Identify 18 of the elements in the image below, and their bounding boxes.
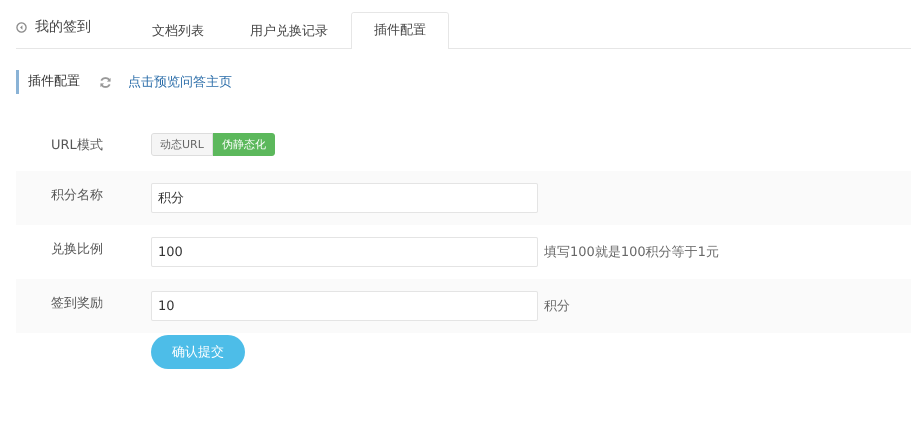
- field-label: 兑换比例: [51, 241, 104, 258]
- field-label: URL模式: [51, 137, 104, 154]
- back-icon[interactable]: [16, 22, 27, 32]
- input-field[interactable]: 10: [151, 291, 538, 321]
- input-field[interactable]: 100: [151, 237, 538, 267]
- mode-option[interactable]: 动态URL: [151, 133, 213, 156]
- preview-link[interactable]: 点击预览问答主页: [128, 73, 232, 91]
- page-title: 我的签到: [35, 18, 91, 36]
- tab[interactable]: 用户兑换记录: [227, 13, 351, 49]
- tab[interactable]: 插件配置: [351, 12, 449, 49]
- section-title: 插件配置: [16, 70, 80, 94]
- field-label: 积分名称: [51, 187, 104, 204]
- field-label: 签到奖励: [51, 295, 104, 312]
- field-hint: 积分: [544, 298, 570, 315]
- input-field[interactable]: 积分: [151, 183, 538, 213]
- refresh-icon[interactable]: [99, 76, 112, 88]
- tab[interactable]: 文档列表: [129, 13, 227, 49]
- field-hint: 填写100就是100积分等于1元: [544, 244, 719, 261]
